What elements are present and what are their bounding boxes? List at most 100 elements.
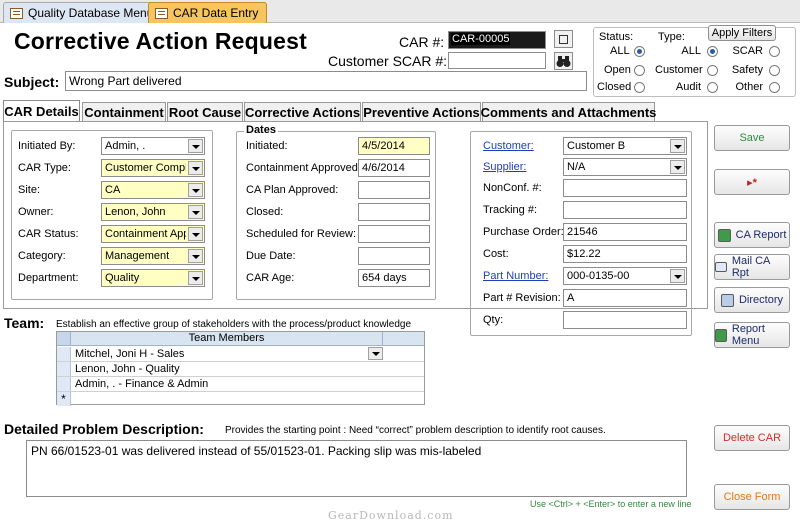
cost-field[interactable]: $12.22 [563, 245, 687, 263]
doc-tab-car-data-entry[interactable]: CAR Data Entry [148, 2, 268, 23]
table-row[interactable]: Lenon, John - Quality [57, 362, 424, 377]
problem-description-field[interactable]: PN 66/01523-01 was delivered instead of … [26, 440, 687, 497]
initiated-by-combo[interactable]: Admin, . [101, 137, 205, 155]
chevron-down-icon[interactable] [188, 183, 203, 197]
radio-button[interactable] [707, 64, 718, 76]
delete-car-button[interactable]: Delete CAR [714, 425, 790, 451]
supplier-combo[interactable]: N/A [563, 158, 687, 176]
radio-button[interactable] [769, 45, 780, 57]
customer-link[interactable]: Customer: [483, 140, 534, 152]
chevron-down-icon[interactable] [188, 161, 203, 175]
radio-button[interactable] [634, 81, 645, 93]
part-revision-field[interactable]: A [563, 289, 687, 307]
radio-button[interactable] [769, 81, 780, 93]
close-form-button[interactable]: Close Form [714, 484, 790, 510]
containment-approved-field[interactable]: 4/6/2014 [358, 159, 430, 177]
type-option-other[interactable]: Other [727, 81, 780, 93]
new-record-button[interactable]: ▸* [714, 169, 790, 195]
supplier-link[interactable]: Supplier: [483, 161, 526, 173]
status-option-open[interactable]: Open [604, 64, 645, 76]
radio-button[interactable] [634, 64, 645, 76]
type-option-audit[interactable]: Audit [665, 81, 718, 93]
new-record-icon: ▸* [747, 176, 757, 189]
radio-button[interactable] [769, 64, 780, 76]
tab-corrective-actions[interactable]: Corrective Actions [244, 102, 361, 121]
customer-scar-field[interactable] [448, 52, 546, 69]
column-header-team-members[interactable]: Team Members [71, 332, 383, 345]
type-option-customer[interactable]: Customer [655, 64, 718, 76]
site-label: Site: [18, 184, 41, 196]
tab-car-details[interactable]: CAR Details [3, 100, 80, 122]
tab-containment[interactable]: Containment [82, 102, 166, 121]
tab-root-cause[interactable]: Root Cause [167, 102, 243, 121]
select-all-cell[interactable] [57, 332, 71, 345]
due-date-field[interactable] [358, 247, 430, 265]
status-option-all[interactable]: ALL [610, 45, 645, 57]
scheduled-review-field[interactable] [358, 225, 430, 243]
car-status-combo[interactable]: Containment Appro [101, 225, 205, 243]
table-row[interactable]: Mitchel, Joni H - Sales [57, 347, 424, 362]
save-button[interactable]: Save [714, 125, 790, 151]
type-option-safety[interactable]: Safety [727, 64, 780, 76]
tab-comments-attachments[interactable]: Comments and Attachments [481, 102, 656, 121]
owner-combo[interactable]: Lenon, John [101, 203, 205, 221]
radio-button[interactable] [634, 45, 645, 57]
find-binoculars-button[interactable] [554, 52, 573, 70]
directory-button[interactable]: Directory [714, 287, 790, 313]
new-record-marker[interactable]: * [57, 392, 71, 406]
apply-filters-button[interactable]: Apply Filters [708, 25, 776, 41]
car-number-field[interactable]: CAR-00005 [448, 31, 546, 49]
radio-button[interactable] [707, 45, 718, 57]
site-combo[interactable]: CA [101, 181, 205, 199]
status-option-closed[interactable]: Closed [597, 81, 645, 93]
type-option-scar[interactable]: SCAR [727, 45, 780, 57]
part-number-link[interactable]: Part Number: [483, 270, 548, 282]
qty-field[interactable] [563, 311, 687, 329]
chevron-down-icon[interactable] [670, 269, 685, 283]
car-type-combo[interactable]: Customer Complain [101, 159, 205, 177]
team-member-cell[interactable]: Admin, . - Finance & Admin [75, 378, 383, 391]
row-selector[interactable] [57, 347, 71, 361]
report-menu-icon [715, 328, 727, 342]
row-selector[interactable] [57, 362, 71, 376]
radio-button[interactable] [707, 81, 718, 93]
combo-value: Containment Appro [105, 228, 186, 240]
report-menu-button[interactable]: Report Menu [714, 322, 790, 348]
subject-field[interactable]: Wrong Part delivered [65, 71, 587, 91]
chevron-down-icon[interactable] [670, 160, 685, 174]
ca-report-button[interactable]: CA Report [714, 222, 790, 248]
chevron-down-icon[interactable] [188, 205, 203, 219]
tab-preventive-actions[interactable]: Preventive Actions [362, 102, 481, 121]
nonconf-field[interactable] [563, 179, 687, 197]
table-row[interactable]: Admin, . - Finance & Admin [57, 377, 424, 392]
chevron-down-icon[interactable] [368, 347, 383, 360]
watermark-text: GearDownload.com [328, 509, 454, 522]
category-combo[interactable]: Management [101, 247, 205, 265]
closed-date-label: Closed: [246, 206, 284, 218]
page-title: Corrective Action Request [14, 28, 307, 54]
team-member-cell[interactable]: Lenon, John - Quality [75, 363, 383, 376]
chevron-down-icon[interactable] [188, 271, 203, 285]
mail-ca-report-button[interactable]: Mail CA Rpt [714, 254, 790, 280]
doc-tab-quality-database-menu[interactable]: Quality Database Menu [3, 2, 163, 23]
car-number-action-button[interactable] [554, 30, 573, 48]
type-option-label: SCAR [732, 45, 763, 57]
team-member-cell[interactable]: Mitchel, Joni H - Sales [75, 348, 383, 361]
row-selector[interactable] [57, 377, 71, 391]
chevron-down-icon[interactable] [188, 139, 203, 153]
tracking-field[interactable] [563, 201, 687, 219]
table-row-new[interactable]: * [57, 392, 424, 407]
purchase-order-field[interactable]: 21546 [563, 223, 687, 241]
chevron-down-icon[interactable] [670, 139, 685, 153]
part-number-combo[interactable]: 000-0135-00 [563, 267, 687, 285]
chevron-down-icon[interactable] [188, 227, 203, 241]
department-combo[interactable]: Quality [101, 269, 205, 287]
type-option-all[interactable]: ALL [675, 45, 718, 57]
type-option-label: ALL [681, 45, 701, 57]
closed-date-field[interactable] [358, 203, 430, 221]
ca-plan-approved-field[interactable] [358, 181, 430, 199]
initiated-date-field[interactable]: 4/5/2014 [358, 137, 430, 155]
team-hint: Establish an effective group of stakehol… [56, 319, 412, 330]
chevron-down-icon[interactable] [188, 249, 203, 263]
customer-combo[interactable]: Customer B [563, 137, 687, 155]
